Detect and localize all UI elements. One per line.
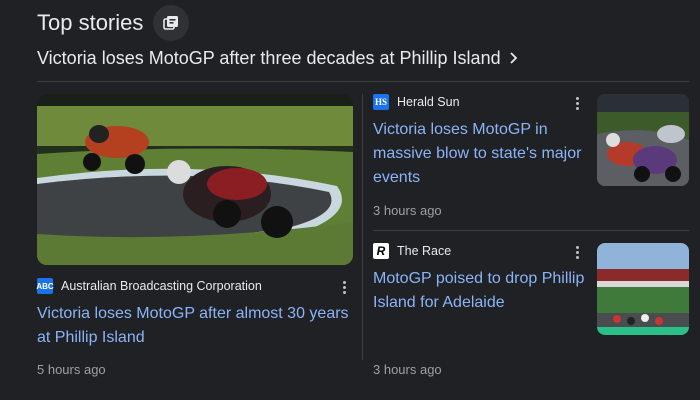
story-2-time: 3 hours ago: [373, 203, 442, 218]
herald-sun-logo-icon: HS: [373, 94, 389, 110]
full-coverage-link[interactable]: Victoria loses MotoGP after three decade…: [37, 45, 677, 71]
stacked-cards-icon: [163, 16, 179, 30]
main-story-more-button[interactable]: [336, 277, 352, 297]
stacked-cards-button[interactable]: [153, 5, 190, 41]
story-3-source[interactable]: R The Race: [373, 243, 451, 259]
more-vert-icon: [342, 280, 346, 294]
story-2-thumbnail[interactable]: [597, 94, 689, 186]
story-divider: [373, 230, 689, 231]
main-story-thumbnail[interactable]: [37, 94, 353, 265]
story-2-more-button[interactable]: [569, 93, 585, 113]
abc-logo-icon: ABC: [36, 278, 54, 294]
story-3-source-name: The Race: [397, 244, 452, 258]
story-3-thumbnail[interactable]: [597, 243, 689, 335]
main-story-source-name: Australian Broadcasting Corporation: [61, 279, 262, 293]
chevron-right-icon: [509, 51, 519, 65]
story-2-source[interactable]: HS Herald Sun: [373, 94, 460, 110]
header-divider: [37, 81, 689, 82]
story-3-headline[interactable]: MotoGP poised to drop Phillip Island for…: [373, 267, 591, 315]
full-coverage-title: Victoria loses MotoGP after three decade…: [37, 47, 501, 68]
main-story-headline[interactable]: Victoria loses MotoGP after almost 30 ye…: [37, 302, 357, 350]
story-2-headline[interactable]: Victoria loses MotoGP in massive blow to…: [373, 118, 591, 190]
story-2-source-name: Herald Sun: [397, 95, 460, 109]
main-story-time: 5 hours ago: [37, 362, 106, 377]
more-vert-icon: [575, 96, 579, 110]
story-3-more-button[interactable]: [569, 242, 585, 262]
main-story-source[interactable]: ABC Australian Broadcasting Corporation: [36, 278, 262, 294]
more-vert-icon: [575, 245, 579, 259]
top-stories-title: Top stories: [37, 10, 144, 35]
the-race-logo-icon: R: [373, 243, 389, 259]
story-3-time: 3 hours ago: [373, 362, 442, 377]
top-stories-header: Top stories: [37, 5, 190, 41]
column-divider: [362, 94, 363, 360]
